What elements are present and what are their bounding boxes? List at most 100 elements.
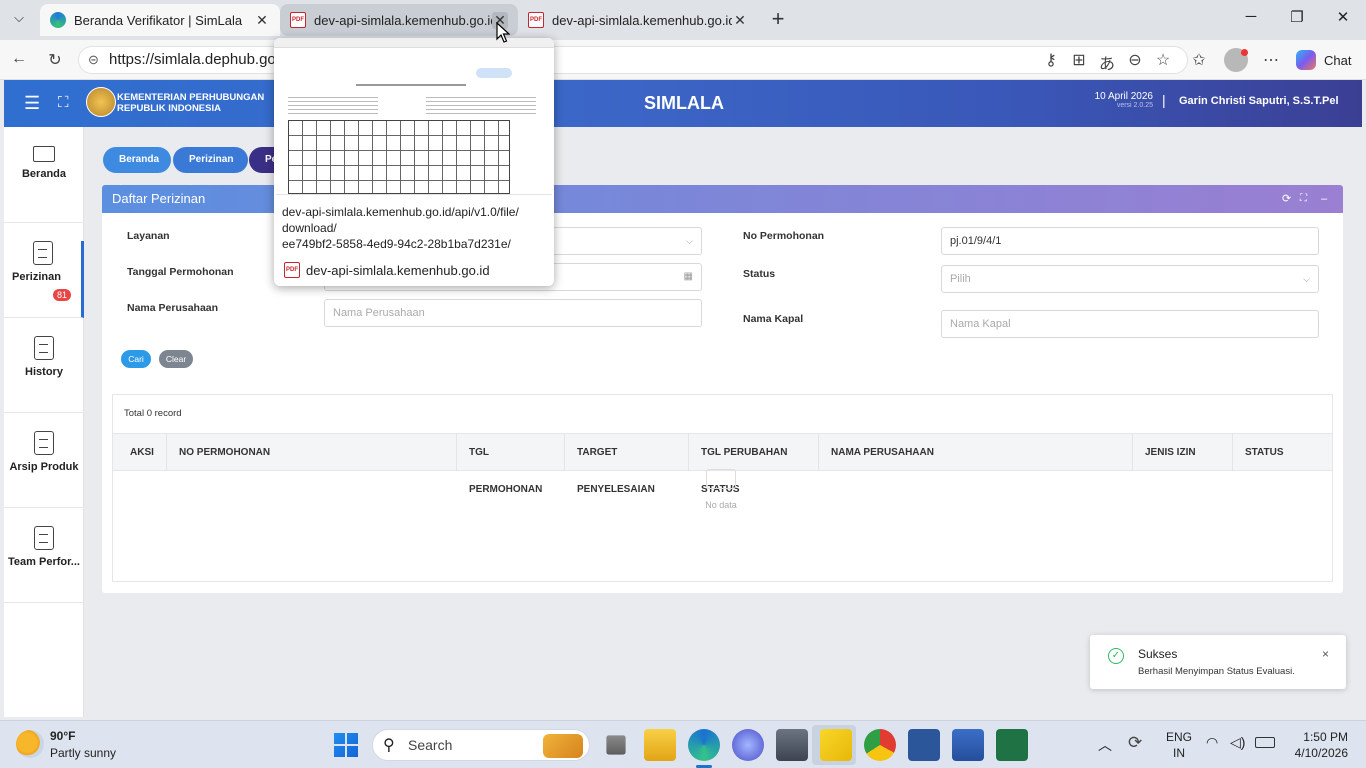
org-name-line1: KEMENTERIAN PERHUBUNGAN [117,92,265,103]
task-view-icon[interactable] [606,735,626,755]
nama-kapal-input[interactable]: Nama Kapal [941,310,1319,338]
empty-inbox-icon [706,469,736,489]
preview-url: dev-api-simlala.kemenhub.go.id/api/v1.0/… [282,204,548,252]
close-icon[interactable]: ✕ [732,12,748,29]
close-icon[interactable]: ✕ [254,12,270,29]
tab-pdf-2[interactable]: PDF dev-api-simlala.kemenhub.go.id/a ✕ [518,4,758,36]
key-icon[interactable]: ⚷ [1040,50,1062,70]
breadcrumb-perizinan[interactable]: Perizinan › [173,147,248,191]
column-header-aksi[interactable]: AKSI [113,434,167,471]
hamburger-menu-icon[interactable]: ☰ [24,93,40,114]
battery-icon[interactable] [1255,737,1275,748]
column-header-tgl-perubahan-status[interactable]: TGL PERUBAHAN STATUS [689,434,819,495]
toast-message: Berhasil Menyimpan Status Evaluasi. [1138,666,1295,677]
edge-icon[interactable] [688,729,720,761]
monitor-icon [33,146,55,162]
column-header-status[interactable]: STATUS [1233,434,1332,471]
new-tab-plus-icon[interactable]: + [766,6,790,32]
toast-title: Sukses [1138,647,1178,661]
sidebar-item-label: Perizinan [12,271,61,283]
volume-icon[interactable]: ◁) [1230,734,1245,751]
breadcrumb-label: Beranda [119,154,160,165]
window-close-icon[interactable]: ✕ [1320,8,1366,32]
more-menu-icon[interactable]: ⋯ [1260,50,1282,70]
weather-desc[interactable]: Partly sunny [50,746,116,760]
close-icon[interactable]: × [1322,647,1329,661]
preview-domain-text: dev-api-simlala.kemenhub.go.id [306,262,490,278]
browser-tab-strip: ⌵ Beranda Verifikator | SimLala ✕ PDF de… [0,0,1366,40]
document-icon [34,431,54,455]
success-toast: ✓ Sukses Berhasil Menyimpan Status Evalu… [1090,635,1346,689]
breadcrumb-beranda[interactable]: Beranda › [103,147,171,191]
refresh-icon[interactable]: ↻ [44,50,66,70]
clock-date: 4/10/2026 [1294,746,1348,760]
sidebar-item-arsip-produk[interactable]: Arsip Produk [4,431,84,508]
url-text: https://simlala.dephub.go.id [109,51,292,68]
expand-icon[interactable]: ⛶ [1300,185,1307,213]
file-explorer-icon[interactable] [644,729,676,761]
empty-state-text: No data [705,500,737,510]
translate-icon[interactable]: あ [1096,50,1118,74]
sidebar-item-perizinan[interactable]: Perizinan 81 [4,241,84,318]
clear-button[interactable]: Clear [159,350,193,368]
sync-icon[interactable]: ⟳ [1128,733,1142,753]
favorites-icon[interactable]: ✩ [1188,50,1210,70]
preview-text-lines [426,94,536,114]
search-button[interactable]: Cari [121,350,151,368]
preview-pdf-toolbar [274,38,554,48]
windows-start-icon[interactable] [334,733,358,757]
total-record-text: Total 0 record [124,408,182,419]
no-permohonan-label: No Permohonan [743,230,825,242]
sidebar-item-beranda[interactable]: Beranda [4,146,84,223]
word-icon[interactable] [908,729,940,761]
header-date: 10 April 2026 [1094,91,1153,102]
sidebar-item-team-performance[interactable]: Team Perfor... [4,526,84,603]
minimize-icon[interactable]: ─ [1228,8,1274,32]
favorite-star-icon[interactable]: ☆ [1152,50,1174,70]
back-arrow-icon[interactable]: ← [8,50,30,68]
column-header-nama-perusahaan[interactable]: NAMA PERUSAHAAN [819,434,1133,471]
copilot-icon [1296,50,1316,70]
sidebar-item-label: Beranda [21,168,67,180]
tab-pdf-1[interactable]: PDF dev-api-simlala.kemenhub.go.id/a ✕ [280,4,518,36]
column-header-jenis-izin[interactable]: JENIS IZIN [1133,434,1233,471]
restore-icon[interactable]: ❐ [1274,8,1320,32]
copilot-chat-button[interactable]: Chat [1296,48,1351,72]
windows-taskbar: 90°F Partly sunny ⚲ Search ︿ ⟳ ENG IN ◠ … [0,720,1366,768]
refresh-icon[interactable]: ⟳ [1282,185,1291,213]
sidebar-item-history[interactable]: History [4,336,84,413]
fullscreen-icon[interactable]: ⛶ [58,94,69,111]
clock[interactable]: 1:50 PM 4/10/2026 [1290,729,1348,761]
user-name[interactable]: Garin Christi Saputri, S.S.T.Pel [1179,95,1339,107]
column-header-target-penyelesaian[interactable]: TARGET PENYELESAIAN [565,434,689,495]
chrome-icon[interactable] [864,729,896,761]
address-bar[interactable]: ⊝ https://simlala.dephub.go.id [78,46,1188,74]
excel-icon[interactable] [996,729,1028,761]
column-header-tgl-permohonan[interactable]: TGL PERMOHONAN [457,434,565,495]
tab-list-chevron-icon[interactable]: ⌵ [8,10,30,26]
wifi-icon[interactable]: ◠ [1206,734,1218,751]
sticky-notes-icon[interactable] [820,729,852,761]
weather-icon[interactable] [16,730,44,758]
calculator-icon[interactable] [952,729,984,761]
status-select[interactable]: Pilih ⌵ [941,265,1319,293]
collapse-icon[interactable]: – [1321,185,1327,213]
app-icon[interactable] [732,729,764,761]
no-permohonan-input[interactable]: pj.01/9/4/1 [941,227,1319,255]
weather-temp[interactable]: 90°F [50,729,75,743]
chevron-up-icon[interactable]: ︿ [1098,735,1112,755]
site-favicon-icon [50,12,66,28]
apps-icon[interactable]: ⊞ [1068,50,1090,70]
site-info-icon[interactable]: ⊝ [88,47,99,73]
camera-icon[interactable] [776,729,808,761]
chevron-down-icon: ⌵ [1303,274,1310,284]
tab-beranda[interactable]: Beranda Verifikator | SimLala ✕ [40,4,280,36]
zoom-out-icon[interactable]: ⊖ [1124,50,1146,70]
language-indicator[interactable]: ENG IN [1166,729,1192,761]
column-header-no-permohonan[interactable]: NO PERMOHONAN [167,434,457,471]
pdf-icon: PDF [528,12,544,28]
divider: | [1162,92,1166,108]
search-icon: ⚲ [383,737,395,754]
taskbar-search[interactable]: ⚲ Search [372,729,590,761]
nama-perusahaan-input[interactable]: Nama Perusahaan [324,299,702,327]
